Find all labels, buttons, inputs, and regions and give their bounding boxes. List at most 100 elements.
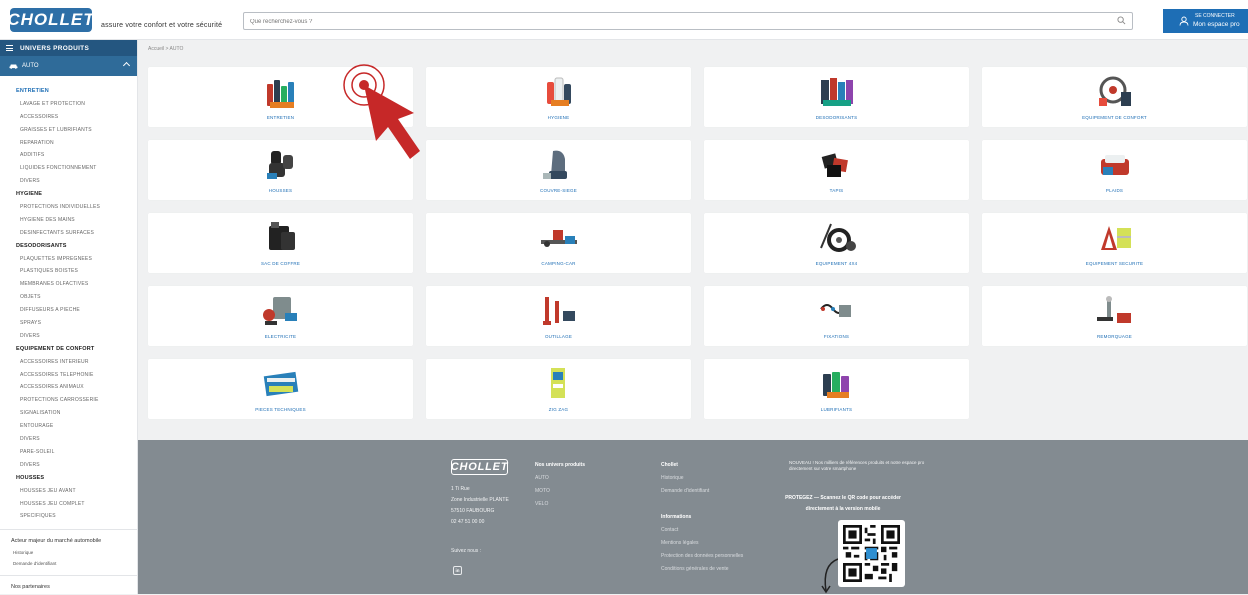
category-label: ELECTRICITE [264,334,297,339]
category-label: TAPIS [829,188,844,193]
category-label: ZIG ZAG [548,407,569,412]
footer-link-contact[interactable]: Contact [661,524,743,537]
sidebar: UNIVERS PRODUITS AUTO ENTRETIEN LAVAGE ET… [0,40,138,594]
product-image [1100,226,1131,250]
footer-logo: CHOLLET [450,459,509,475]
footer-news: NOUVEAU ! Nos milliers de références pro… [789,460,925,471]
search-bar[interactable] [243,12,1133,30]
footer-link-moto[interactable]: MOTO [535,485,585,498]
category-card-remorquage[interactable]: REMORQUAGE [982,286,1247,346]
sidebar-item-auto[interactable]: AUTO [0,56,137,76]
footer-link-privacy[interactable]: Protection des données personnelles [661,550,743,563]
chevron-up-icon[interactable] [122,61,131,70]
footer-col-universes: Nos univers produits AUTO MOTO VELO [535,459,585,511]
sidebar-subitem[interactable]: DIVERS [0,330,137,343]
sidebar-subitem[interactable]: PROTECTIONS CARROSSERIE [0,394,137,407]
footer-col-info: Informations Contact Mentions légales Pr… [661,511,743,576]
sidebar-group-entretien[interactable]: ENTRETIEN [0,85,137,98]
sidebar-link-history[interactable]: Historique [0,547,137,558]
sidebar-subitem[interactable]: LIQUIDES FONCTIONNEMENT [0,162,137,175]
sidebar-subitem[interactable]: ACCESSOIRES ANIMAUX [0,381,137,394]
footer-link-identifier[interactable]: Demande d'identifiant [661,485,709,498]
sidebar-header[interactable]: UNIVERS PRODUITS [0,40,137,56]
category-card-entretien[interactable]: ENTRETIEN [148,67,413,127]
category-card-couvre-siege[interactable]: COUVRE-SIEGE [426,140,691,200]
account-button[interactable]: SE CONNECTER Mon espace pro [1163,9,1248,33]
sidebar-subitem[interactable]: SPRAYS [0,317,137,330]
category-card-camping-car[interactable]: CAMPING-CAR [426,213,691,273]
sidebar-subitem[interactable]: LAVAGE ET PROTECTION [0,98,137,111]
footer-pro-text: PROTEGEZ — Scannez le QR code pour accéd… [763,493,923,515]
category-card-outillage[interactable]: OUTILLAGE [426,286,691,346]
search-input[interactable] [250,16,1110,27]
category-card-housses[interactable]: HOUSSES [148,140,413,200]
category-card-equipement-securite[interactable]: EQUIPEMENT SECURITE [982,213,1247,273]
footer-link-auto[interactable]: AUTO [535,472,585,485]
footer-col-chollet: Chollet Historique Demande d'identifiant [661,459,709,498]
sidebar-subitem[interactable]: ACCESSOIRES [0,111,137,124]
category-label: PIECES TECHNIQUES [255,407,306,412]
category-card-plaids[interactable]: PLAIDS [982,140,1247,200]
product-image [1100,155,1129,175]
category-card-desodorisants[interactable]: DESODORISANTS [704,67,969,127]
sidebar-subitem[interactable]: DIFFUSEURS A PIECHE [0,304,137,317]
footer-link-velo[interactable]: VELO [535,498,585,511]
footer-link-terms[interactable]: Conditions générales de vente [661,563,743,576]
breadcrumb[interactable]: Accueil > AUTO [148,46,183,52]
category-card-fixations[interactable]: FIXATIONS [704,286,969,346]
category-card-electricite[interactable]: ELECTRICITE [148,286,413,346]
sidebar-subitem[interactable]: GRAISSES ET LUBRIFIANTS [0,124,137,137]
sidebar-subitem[interactable]: DIVERS [0,433,137,446]
footer-col-title: Nos univers produits [535,462,586,468]
product-image [262,297,297,325]
sidebar-subitem[interactable]: DIVERS [0,175,137,188]
sidebar-group-hygiene[interactable]: HYGIENE [0,188,137,201]
category-card-zig-zag[interactable]: ZIG ZAG [426,359,691,419]
qr-code[interactable] [838,520,905,587]
category-card-hygiene[interactable]: HYGIENE [426,67,691,127]
sidebar-subitem[interactable]: PLASTIQUES BOISTES [0,265,137,278]
sidebar-subitem[interactable]: DIVERS [0,459,137,472]
sidebar-subitem[interactable]: PARE-SOLEIL [0,446,137,459]
product-image [542,297,575,325]
category-card-pieces-techniques[interactable]: PIECES TECHNIQUES [148,359,413,419]
chollet-logo[interactable]: CHOLLET [7,8,94,32]
footer-link-legal[interactable]: Mentions légales [661,537,743,550]
category-label: OUTILLAGE [544,334,573,339]
sidebar-group-equipement-de-confort[interactable]: EQUIPEMENT DE CONFORT [0,343,137,356]
sidebar-subitem[interactable]: SIGNALISATION [0,407,137,420]
category-card-sac-de-coffre[interactable]: SAC DE COFFRE [148,213,413,273]
sidebar-subitem[interactable]: DESINFECTANTS SURFACES [0,227,137,240]
sidebar-subitem[interactable]: ACCESSOIRES INTERIEUR [0,356,137,369]
category-label: REMORQUAGE [1096,334,1132,339]
sidebar-link-identifier[interactable]: Demande d'identifiant [0,558,137,569]
category-label: HOUSSES [268,188,293,193]
sidebar-subitem[interactable]: PROTECTIONS INDIVIDUELLES [0,201,137,214]
sidebar-subitem[interactable]: PLAQUETTES IMPREGNEES [0,253,137,266]
sidebar-subitem[interactable]: ADDITIFS [0,149,137,162]
sidebar-subitem[interactable]: HYGIENE DES MAINS [0,214,137,227]
category-card-tapis[interactable]: TAPIS [704,140,969,200]
address-line: 1 Ti Rue [451,486,470,492]
category-card-equipement-4x4[interactable]: EQUIPEMENT 4X4 [704,213,969,273]
product-image [550,368,565,398]
category-card-lubrifiants[interactable]: LUBRIFIANTS [704,359,969,419]
sidebar-subitem[interactable]: ENTOURAGE [0,420,137,433]
sidebar-group-housses[interactable]: HOUSSES [0,472,137,485]
search-icon[interactable] [1117,16,1126,25]
category-label: LUBRIFIANTS [820,407,853,412]
sidebar-group-desodorisants[interactable]: DESODORISANTS [0,240,137,253]
sidebar-subitem[interactable]: HOUSSES JEU AVANT [0,485,137,498]
sidebar-partners[interactable]: Nos partenaires [0,581,137,593]
footer-address: 1 Ti Rue Zone Industrielle PLANTE 57510 … [451,484,509,528]
sidebar-subitem[interactable]: HOUSSES JEU COMPLET [0,498,137,511]
footer-link-history[interactable]: Historique [661,472,709,485]
sidebar-subitem[interactable]: REPARATION [0,137,137,150]
category-card-equipement-de-confort[interactable]: EQUIPEMENT DE CONFORT [982,67,1247,127]
account-login-label: SE CONNECTER [1195,13,1235,19]
sidebar-subitem[interactable]: SPECIFIQUES [0,510,137,523]
sidebar-subitem[interactable]: ACCESSOIRES TELEPHONIE [0,369,137,382]
sidebar-subitem[interactable]: MEMBRANES OLFACTIVES [0,278,137,291]
sidebar-subitem[interactable]: OBJETS [0,291,137,304]
linkedin-icon[interactable]: in [453,566,462,575]
